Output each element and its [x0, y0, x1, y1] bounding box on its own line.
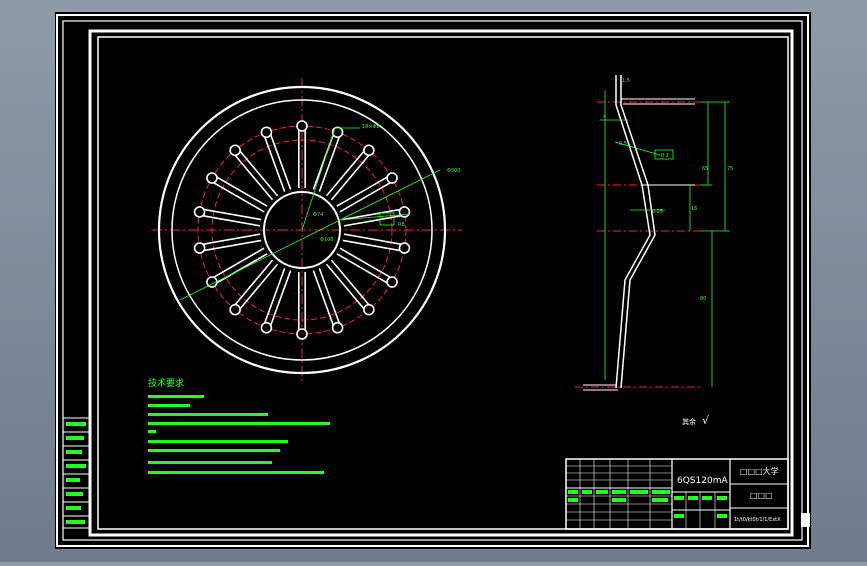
- surface-finish-symbol: √: [702, 414, 710, 427]
- corner-marker: [801, 513, 810, 527]
- front-label-center: Φ106: [320, 237, 333, 243]
- spoke-hole: [331, 321, 344, 334]
- title-university: □□□大学: [740, 466, 779, 476]
- side-label-angle: 1:5: [622, 78, 630, 84]
- spoke-hole: [363, 144, 375, 157]
- spoke-hole: [386, 172, 398, 184]
- front-label-diagonal: Φ300: [447, 168, 460, 174]
- spoke-hole: [386, 276, 398, 288]
- spoke-hole: [296, 120, 308, 132]
- side-label-dim-lower: 80: [700, 296, 706, 302]
- spoke-hole: [206, 172, 218, 184]
- cad-canvas: 18×Φ8 Φ300 Φ74 R8 Φ106 1:5 4 0.5 0.1 75 …: [55, 12, 811, 549]
- title-name: □□□: [750, 491, 773, 500]
- front-label-section: R8: [398, 222, 405, 228]
- notes-title: 技术要求: [148, 377, 184, 389]
- surface-finish-label: 其余: [682, 417, 696, 426]
- title-part-name: 6QS120mA: [677, 476, 728, 486]
- spoke-hole: [363, 303, 375, 316]
- side-label-dim-a: 75: [727, 166, 733, 172]
- spoke-hole: [260, 126, 273, 139]
- side-label-chamfer: 0.5: [619, 141, 627, 147]
- spoke-hole: [398, 242, 411, 254]
- title-drawing-number: 1t/t0/kt0t/1/1/ExtX: [734, 517, 781, 523]
- spoke-hole: [193, 242, 206, 254]
- front-label-inner: Φ74: [313, 212, 323, 218]
- spoke-hole: [331, 126, 344, 139]
- front-label-top-hole: 18×Φ8: [362, 124, 380, 130]
- side-label-tolerance: 0.1: [661, 153, 669, 159]
- spoke-hole: [260, 321, 273, 334]
- spoke-hole: [229, 144, 241, 157]
- side-label-dim-small: 0.25: [652, 209, 663, 215]
- side-label-thickness: 4: [603, 114, 606, 120]
- spoke-hole: [398, 206, 411, 218]
- spoke-hole: [296, 328, 308, 340]
- side-label-dim-c: 16: [691, 206, 697, 212]
- spoke-hole: [229, 303, 241, 316]
- side-label-dim-b: 65: [702, 166, 708, 172]
- spoke-hole: [193, 206, 206, 218]
- drawing-window: 18×Φ8 Φ300 Φ74 R8 Φ106 1:5 4 0.5 0.1 75 …: [0, 0, 867, 562]
